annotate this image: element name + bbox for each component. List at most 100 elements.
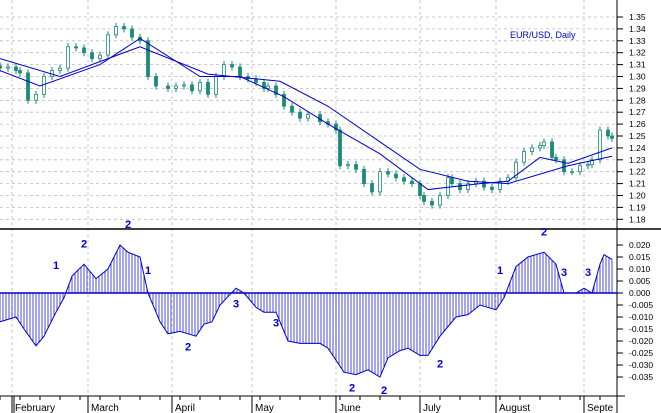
candle-body (238, 66, 242, 77)
candle-body (418, 183, 422, 196)
candle-body (386, 171, 390, 175)
month-label: August (499, 403, 530, 413)
osc-tick-label: -0.015 (629, 324, 653, 334)
osc-tick-label: 0.020 (629, 240, 651, 250)
price-tick-label: 1.26 (629, 119, 646, 129)
wave-label: 2 (437, 358, 443, 370)
wave-label: 3 (561, 267, 567, 279)
candle-body (154, 76, 158, 87)
candle-body (174, 85, 178, 89)
wave-label: 3 (273, 318, 279, 330)
candle-body (430, 201, 434, 206)
candle-body (114, 26, 118, 36)
candle-body (422, 195, 426, 202)
price-tick-label: 1.20 (629, 191, 646, 201)
price-tick-label: 1.29 (629, 83, 646, 93)
wave-label: 1 (53, 260, 59, 272)
candle-body (570, 171, 574, 174)
candle-body (554, 157, 558, 161)
price-tick-label: 1.23 (629, 155, 646, 165)
candle-body (18, 70, 22, 74)
candle-body (578, 165, 582, 173)
price-tick-label: 1.33 (629, 36, 646, 46)
price-tick-label: 1.18 (629, 214, 646, 224)
chart-title: EUR/USD, Daily (510, 30, 576, 40)
candle-body (410, 180, 414, 185)
price-tick-label: 1.25 (629, 131, 646, 141)
price-tick-label: 1.21 (629, 179, 646, 189)
price-tick-label: 1.35 (629, 12, 646, 22)
price-tick-label: 1.34 (629, 24, 646, 34)
osc-tick-label: -0.030 (629, 360, 653, 370)
candle-body (206, 82, 210, 95)
candle-body (214, 76, 218, 95)
candle-body (598, 129, 602, 161)
candle-body (90, 52, 94, 60)
candle-body (14, 66, 18, 71)
candle-body (606, 129, 610, 137)
wave-label: 1 (145, 265, 151, 277)
price-tick-label: 1.24 (629, 143, 646, 153)
wave-label: 2 (541, 226, 547, 238)
wave-label: 3 (233, 298, 239, 310)
month-label: Septe (587, 403, 614, 413)
osc-tick-label: 0.005 (629, 276, 651, 286)
candle-body (362, 168, 366, 185)
month-label: March (91, 403, 119, 413)
candle-body (198, 82, 202, 92)
price-tick-label: 1.19 (629, 202, 646, 212)
candle-body (446, 177, 450, 196)
candle-body (98, 54, 102, 60)
candle-body (490, 186, 494, 190)
osc-tick-label: -0.005 (629, 300, 653, 310)
price-tick-label: 1.32 (629, 48, 646, 58)
candle-body (182, 84, 186, 87)
candle-body (306, 114, 310, 119)
candle-body (402, 177, 406, 182)
candle-body (74, 46, 78, 49)
candle-body (530, 147, 534, 152)
osc-tick-label: -0.025 (629, 348, 653, 358)
candle-body (266, 85, 270, 89)
month-label: May (255, 403, 274, 413)
price-tick-label: 1.31 (629, 60, 646, 70)
candle-body (222, 64, 226, 77)
candle-body (378, 171, 382, 193)
wave-label: 2 (81, 238, 87, 250)
candle-body (146, 40, 150, 77)
osc-tick-label: -0.035 (629, 372, 653, 382)
price-tick-label: 1.30 (629, 72, 646, 82)
osc-tick-label: -0.010 (629, 312, 653, 322)
candle-body (346, 164, 350, 167)
osc-tick-label: 0.010 (629, 264, 651, 274)
month-label: February (15, 403, 55, 413)
candle-body (290, 105, 294, 113)
osc-tick-label: 0.015 (629, 252, 651, 262)
price-tick-label: 1.28 (629, 95, 646, 105)
chart-window: February March April May June July August Septe… (0, 0, 661, 413)
wave-label: 2 (381, 385, 387, 397)
price-tick-label: 1.22 (629, 167, 646, 177)
candle-body (66, 46, 70, 69)
candle-body (610, 135, 614, 139)
candle-body (458, 183, 462, 190)
osc-tick-label: -0.020 (629, 336, 653, 346)
candle-body (58, 67, 62, 71)
candle-body (166, 85, 170, 89)
candle-body (370, 183, 374, 193)
month-label: April (175, 403, 195, 413)
candle-body (122, 26, 126, 30)
eurusd-chart: February March April May June July August Septe… (0, 0, 661, 413)
candle-body (438, 195, 442, 206)
month-label: July (423, 403, 441, 413)
wave-label: 2 (349, 382, 355, 394)
wave-label: 1 (497, 265, 503, 277)
candle-body (82, 47, 86, 54)
candle-body (26, 72, 30, 101)
candle-body (298, 111, 302, 119)
candle-body (450, 177, 454, 184)
candle-body (394, 173, 398, 179)
candle-body (562, 159, 566, 173)
wave-label: 3 (585, 267, 591, 279)
candle-body (190, 84, 194, 92)
